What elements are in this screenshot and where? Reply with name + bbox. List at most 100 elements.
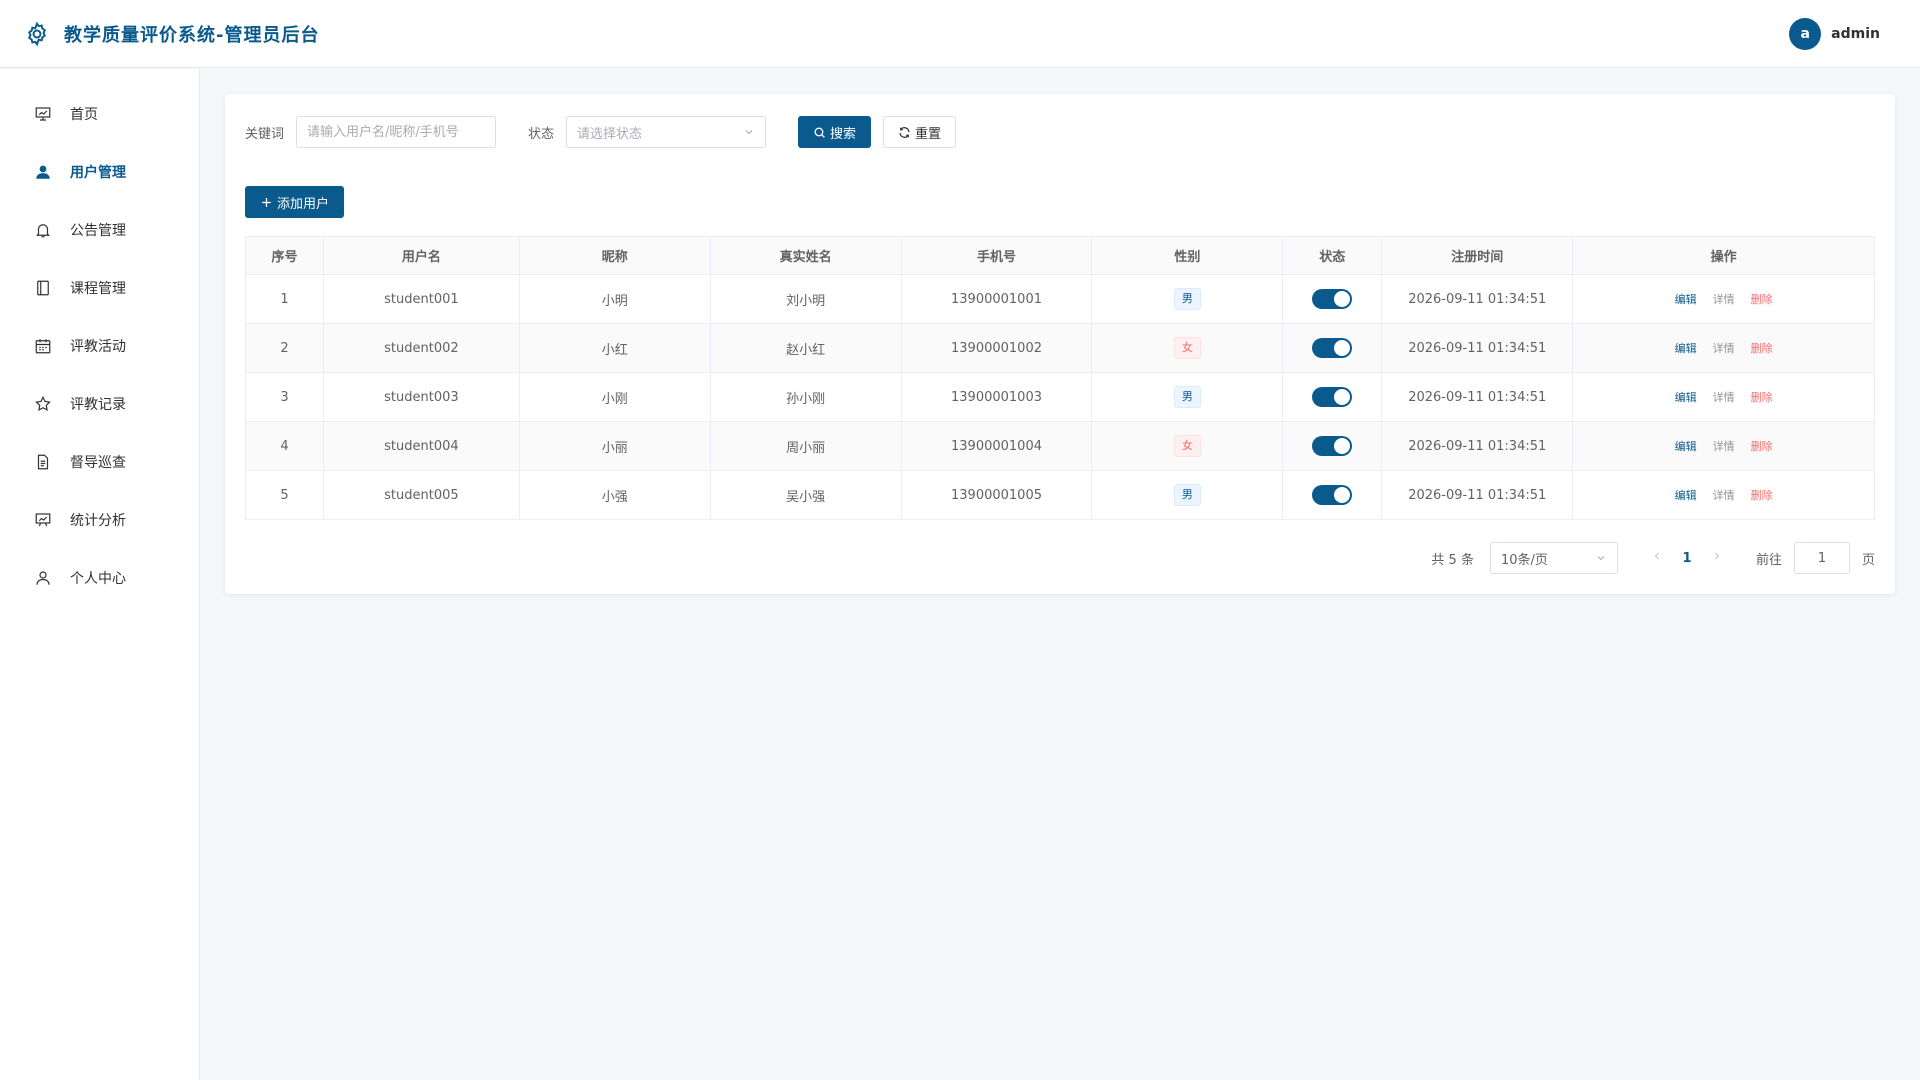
table-row: 1 student001 小明 刘小明 13900001001 男 2026-0…: [245, 274, 1875, 324]
user-management-card: 关键词 状态 请选择状态 搜索 重置 添加用户 序号 用户名 昵: [225, 94, 1895, 594]
cell-username: student005: [323, 470, 520, 520]
page-size-value: 10条/页: [1500, 552, 1548, 568]
cell-gender: 男: [1091, 470, 1284, 520]
username[interactable]: admin: [1831, 26, 1880, 42]
status-toggle[interactable]: [1312, 289, 1353, 309]
book-icon: [37, 280, 49, 296]
cell-gender: 男: [1091, 372, 1284, 422]
app-title: 教学质量评价系统-管理员后台: [64, 24, 320, 46]
detail-link[interactable]: 详情: [1713, 293, 1735, 306]
edit-link[interactable]: 编辑: [1675, 489, 1697, 502]
chevron-down-icon: [1597, 556, 1605, 561]
cell-no: 4: [245, 421, 324, 471]
sidebar-item-home[interactable]: 首页: [0, 85, 199, 143]
sidebar-item-statistics[interactable]: 统计分析: [0, 491, 199, 549]
cell-operations: 编辑 详情 删除: [1572, 323, 1875, 373]
next-page-button[interactable]: [1702, 550, 1732, 566]
cell-nickname: 小刚: [519, 372, 711, 422]
add-user-button[interactable]: 添加用户: [245, 186, 345, 218]
star-icon: [35, 395, 51, 412]
sidebar-item-courses[interactable]: 课程管理: [0, 259, 199, 317]
status-toggle[interactable]: [1312, 387, 1353, 407]
filter-bar: 关键词 状态 请选择状态 搜索 重置: [245, 116, 1875, 148]
sidebar-item-evaluation-records[interactable]: 评教记录: [0, 375, 199, 433]
keyword-input[interactable]: [296, 116, 497, 148]
table-header-row: 序号 用户名 昵称 真实姓名 手机号 性别 状态 注册时间 操作: [245, 236, 1875, 275]
goto-page-input[interactable]: [1793, 542, 1850, 574]
cell-username: student001: [323, 274, 520, 324]
detail-link[interactable]: 详情: [1713, 489, 1735, 502]
page-number-current[interactable]: 1: [1672, 551, 1702, 566]
cell-created: 2026-09-11 01:34:51: [1381, 274, 1574, 324]
pagination: 共 5 条 10条/页 1 前往 页: [1431, 542, 1875, 574]
table-row: 5 student005 小强 吴小强 13900001005 男 2026-0…: [245, 470, 1875, 520]
gender-tag: 男: [1173, 288, 1201, 310]
edit-link[interactable]: 编辑: [1675, 440, 1697, 453]
cell-status: [1282, 323, 1383, 373]
header-gender: 性别: [1091, 236, 1284, 275]
header-username: 用户名: [323, 236, 520, 275]
sidebar-item-evaluation-activities[interactable]: 评教活动: [0, 317, 199, 375]
chevron-right-icon: [1715, 552, 1720, 560]
status-toggle[interactable]: [1312, 485, 1353, 505]
delete-link[interactable]: 删除: [1751, 342, 1773, 355]
table-row: 4 student004 小丽 周小丽 13900001004 女 2026-0…: [245, 421, 1875, 471]
cell-gender: 女: [1091, 323, 1284, 373]
cell-nickname: 小明: [519, 274, 711, 324]
sidebar-item-users[interactable]: 用户管理: [0, 143, 199, 201]
sidebar-item-profile[interactable]: 个人中心: [0, 549, 199, 607]
chevron-down-icon: [745, 130, 753, 135]
toggle-knob: [1334, 487, 1351, 503]
sidebar-item-label: 公告管理: [70, 223, 126, 239]
cell-nickname: 小红: [519, 323, 711, 373]
delete-link[interactable]: 删除: [1751, 391, 1773, 404]
status-select[interactable]: 请选择状态: [566, 116, 767, 148]
cell-username: student002: [323, 323, 520, 373]
gender-tag: 女: [1173, 337, 1201, 359]
status-toggle[interactable]: [1312, 338, 1353, 358]
add-user-button-label: 添加用户: [277, 196, 330, 212]
header-status: 状态: [1282, 236, 1383, 275]
avatar[interactable]: a: [1789, 17, 1822, 50]
header-operations: 操作: [1572, 236, 1875, 275]
cell-no: 3: [245, 372, 324, 422]
presentation-icon: [35, 107, 51, 121]
cell-no: 1: [245, 274, 324, 324]
prev-page-button[interactable]: [1642, 550, 1672, 566]
plus-icon: [262, 197, 271, 207]
status-label: 状态: [528, 126, 555, 142]
cell-operations: 编辑 详情 删除: [1572, 372, 1875, 422]
cell-realname: 赵小红: [710, 323, 902, 373]
person-icon: [36, 571, 50, 585]
sidebar-item-announcements[interactable]: 公告管理: [0, 201, 199, 259]
edit-link[interactable]: 编辑: [1675, 391, 1697, 404]
cell-status: [1282, 274, 1383, 324]
status-toggle[interactable]: [1312, 436, 1353, 456]
action-bar: 添加用户: [245, 186, 1875, 218]
pagination-total: 共 5 条: [1431, 552, 1474, 568]
header-realname: 真实姓名: [710, 236, 902, 275]
delete-link[interactable]: 删除: [1751, 440, 1773, 453]
document-icon: [37, 454, 49, 470]
search-button[interactable]: 搜索: [798, 116, 872, 148]
keyword-label: 关键词: [245, 126, 285, 142]
header-no: 序号: [245, 236, 324, 275]
gear-icon: [27, 21, 47, 46]
sidebar-item-label: 用户管理: [70, 165, 126, 181]
page-suffix: 页: [1861, 552, 1875, 568]
cell-gender: 男: [1091, 274, 1284, 324]
user-menu[interactable]: a admin: [1789, 17, 1880, 50]
detail-link[interactable]: 详情: [1713, 342, 1735, 355]
detail-link[interactable]: 详情: [1713, 391, 1735, 404]
delete-link[interactable]: 删除: [1751, 489, 1773, 502]
detail-link[interactable]: 详情: [1713, 440, 1735, 453]
sidebar-item-inspection[interactable]: 督导巡查: [0, 433, 199, 491]
edit-link[interactable]: 编辑: [1675, 293, 1697, 306]
cell-realname: 孙小刚: [710, 372, 902, 422]
edit-link[interactable]: 编辑: [1675, 342, 1697, 355]
refresh-icon: [899, 126, 910, 138]
reset-button[interactable]: 重置: [883, 116, 957, 148]
page-size-select[interactable]: 10条/页: [1489, 542, 1618, 574]
cell-status: [1282, 470, 1383, 520]
delete-link[interactable]: 删除: [1751, 293, 1773, 306]
